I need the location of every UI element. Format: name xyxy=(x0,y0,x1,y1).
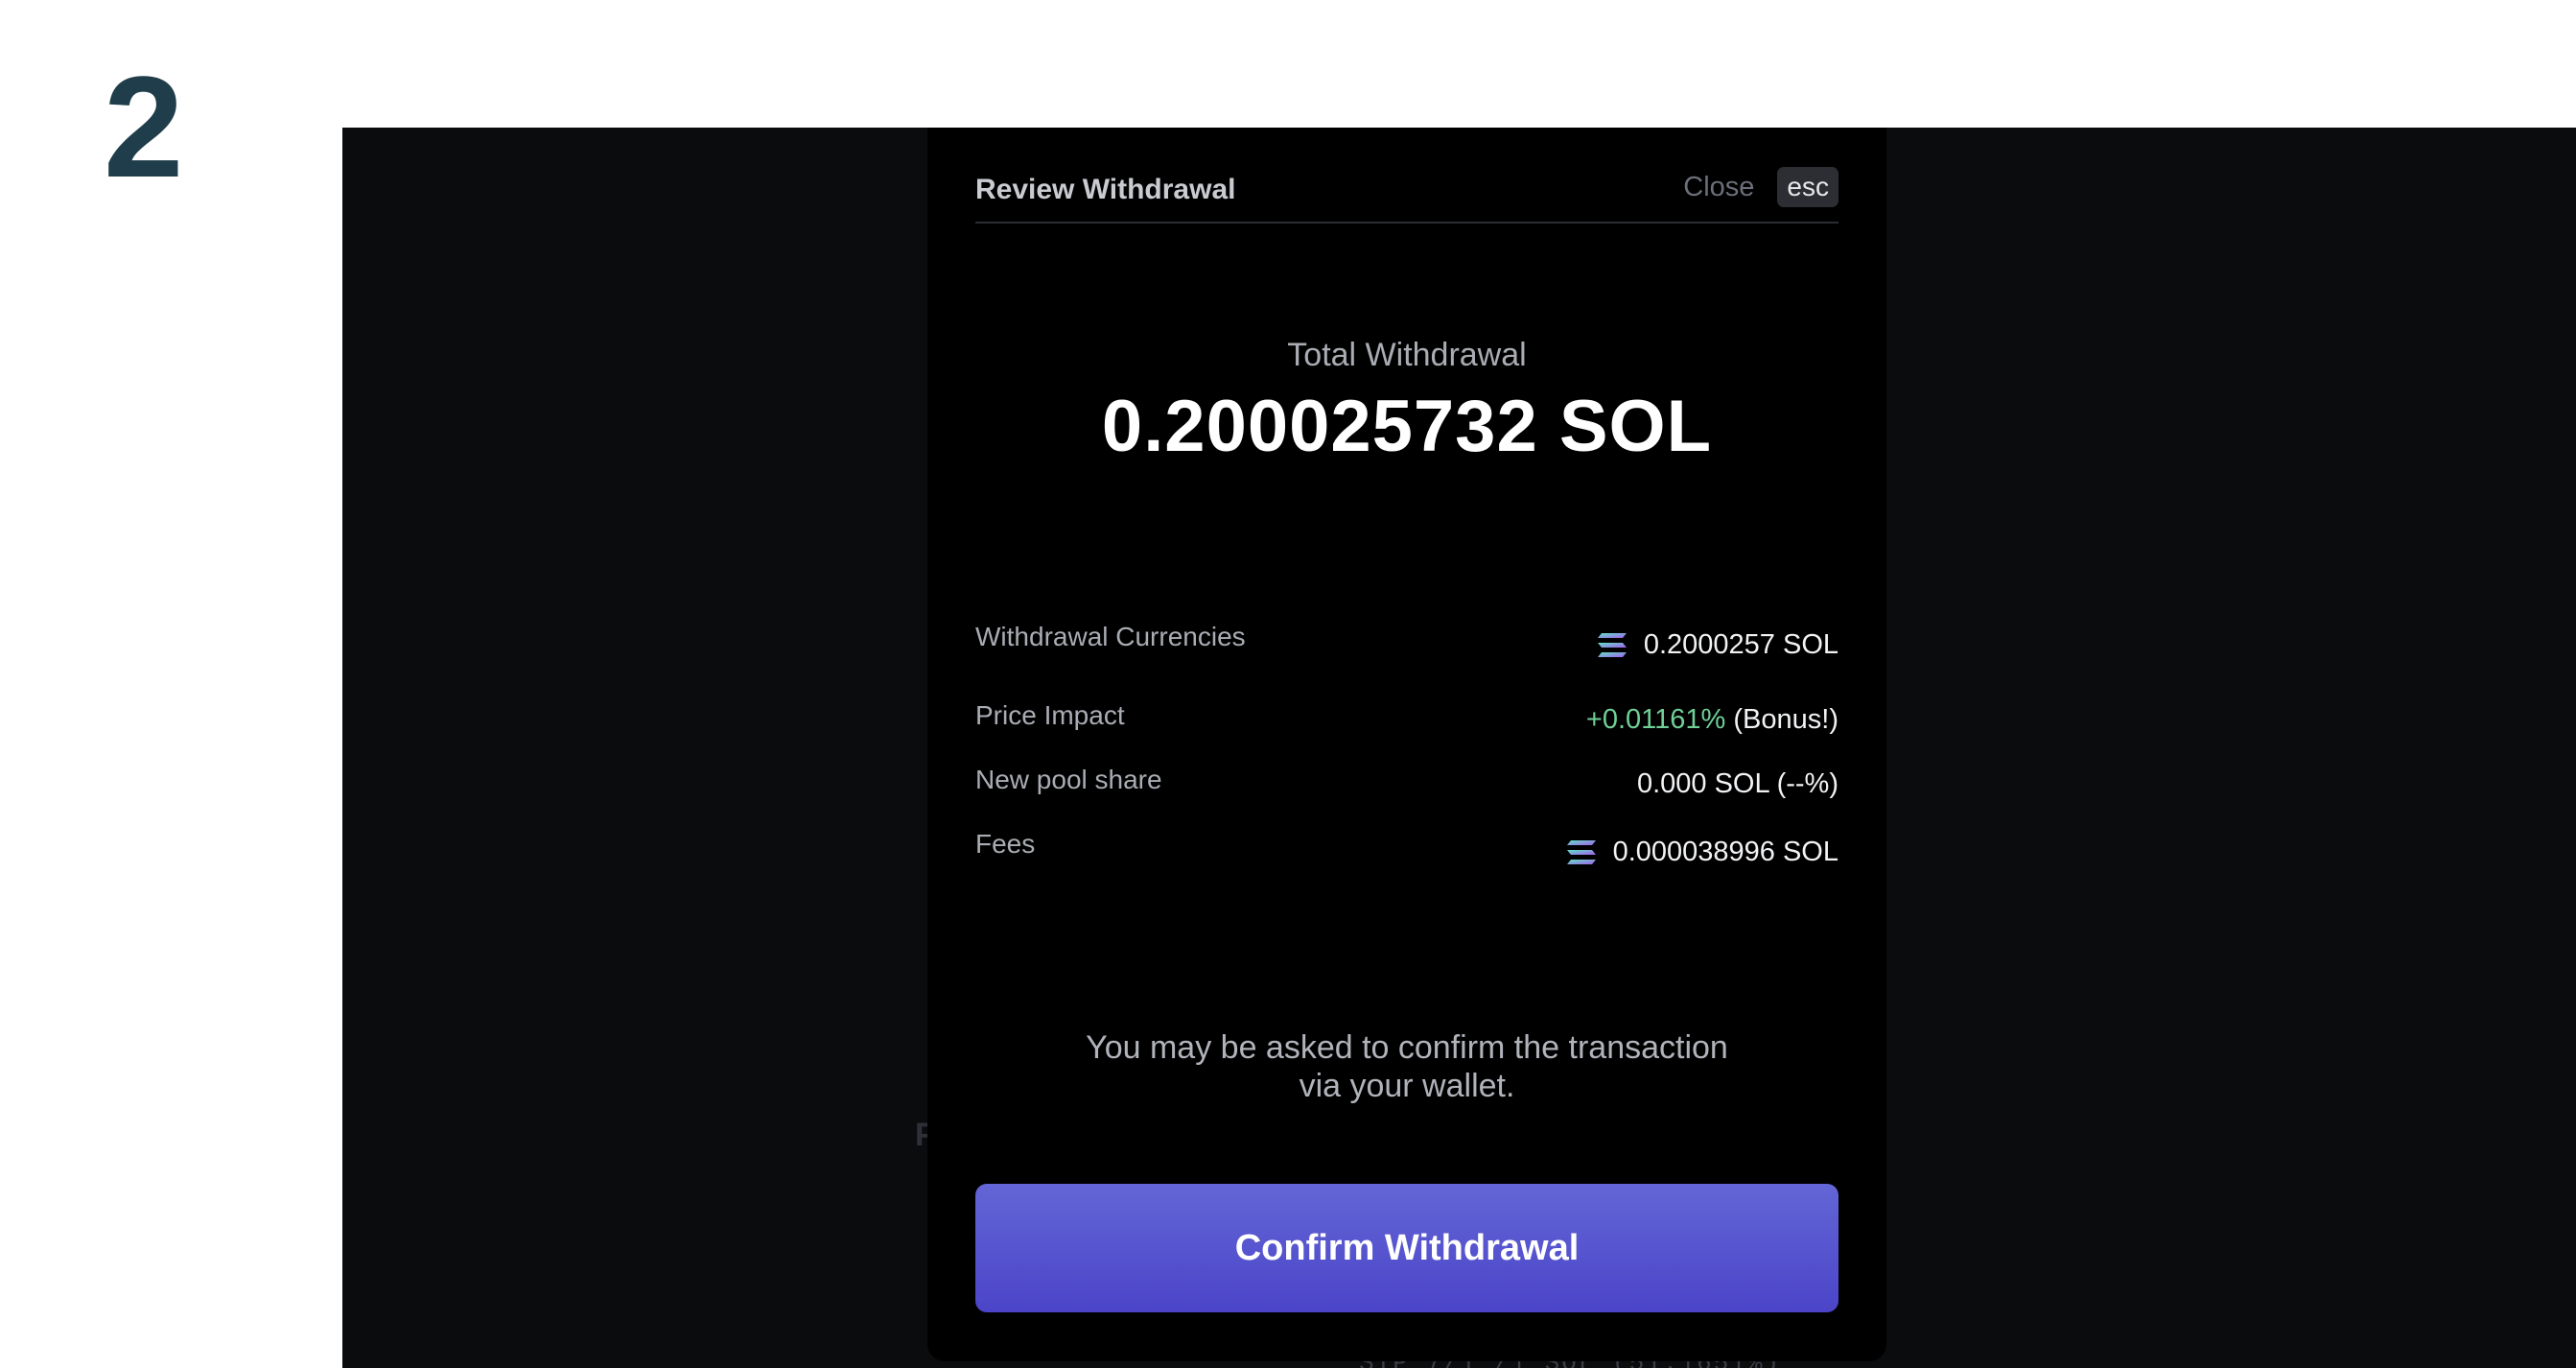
modal-header: Review Withdrawal Close esc xyxy=(975,166,1838,224)
fees-value: 0.000038996 SOL xyxy=(1565,837,1838,868)
fees-amount: 0.000038996 SOL xyxy=(1612,837,1838,867)
price-impact-percent: +0.01161% xyxy=(1585,704,1726,735)
step-number: 2 xyxy=(104,46,184,207)
review-withdrawal-modal: Review Withdrawal Close esc Total Withdr… xyxy=(927,128,1886,1361)
pool-share-value: 0.000 SOL (--%) xyxy=(1636,768,1838,799)
confirm-withdrawal-button[interactable]: Confirm Withdrawal xyxy=(975,1184,1838,1312)
solana-icon xyxy=(1597,632,1627,657)
withdrawal-currencies-row: Withdrawal Currencies 0.2000257 SOL xyxy=(975,622,1838,670)
notice-line-2: via your wallet. xyxy=(1299,1068,1515,1104)
withdrawal-currencies-label: Withdrawal Currencies xyxy=(975,622,1246,651)
fees-row: Fees 0.000038996 SOL xyxy=(975,829,1838,877)
price-impact-row: Price Impact +0.01161% (Bonus!) xyxy=(975,700,1838,748)
pool-share-label: New pool share xyxy=(975,765,1162,794)
close-control[interactable]: Close esc xyxy=(1683,166,1838,208)
notice-line-1: You may be asked to confirm the transact… xyxy=(1086,1029,1728,1066)
fees-label: Fees xyxy=(975,829,1036,859)
price-impact-label: Price Impact xyxy=(975,700,1125,730)
total-withdrawal-amount: 0.200025732 SOL xyxy=(1101,386,1713,467)
pool-share-row: New pool share 0.000 SOL (--%) xyxy=(975,765,1838,813)
esc-key-hint: esc xyxy=(1777,167,1838,207)
withdrawal-currencies-amount: 0.2000257 SOL xyxy=(1643,629,1838,660)
close-button[interactable]: Close xyxy=(1683,172,1754,203)
wallet-confirm-notice: You may be asked to confirm the transact… xyxy=(927,1028,1886,1105)
withdrawal-currencies-value: 0.2000257 SOL xyxy=(1596,629,1838,661)
app-screenshot: P SIP 7/1 /1 SOL (51.1651%) Review Withd… xyxy=(342,128,2576,1368)
solana-icon xyxy=(1566,839,1596,864)
total-withdrawal-label: Total Withdrawal xyxy=(1287,337,1527,373)
price-impact-value: +0.01161% (Bonus!) xyxy=(1586,704,1838,736)
price-impact-note: (Bonus!) xyxy=(1733,704,1838,735)
modal-title: Review Withdrawal xyxy=(975,174,1236,205)
